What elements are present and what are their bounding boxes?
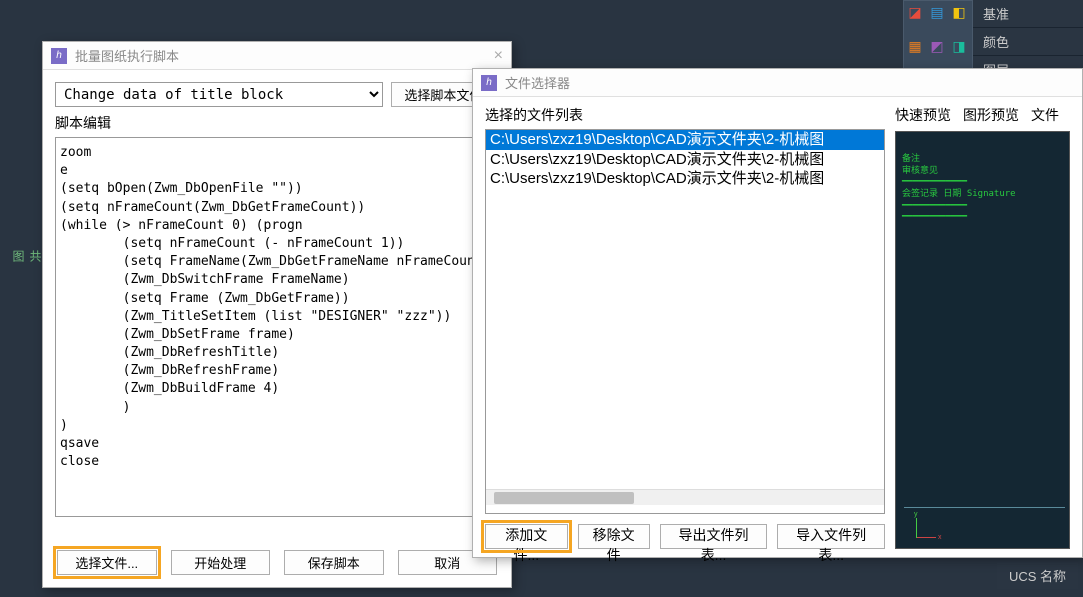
dialog1-title: 批量图纸执行脚本	[75, 46, 179, 65]
dialog2-title: 文件选择器	[505, 73, 570, 92]
batch-script-dialog: h 批量图纸执行脚本 × Change data of title block …	[42, 41, 512, 588]
save-script-button[interactable]: 保存脚本	[284, 550, 384, 575]
horizontal-scrollbar[interactable]	[486, 489, 884, 505]
list-item[interactable]: C:\Users\zxz19\Desktop\CAD演示文件夹\2-机械图	[486, 150, 884, 170]
scrollbar-thumb[interactable]	[494, 492, 634, 504]
purple-icon[interactable]: ◩	[926, 35, 948, 57]
preview-tabs: 快速预览 图形预览 文件	[895, 105, 1070, 125]
tab-file[interactable]: 文件	[1031, 105, 1059, 125]
side-label-color[interactable]: 颜色	[973, 28, 1083, 56]
bg-label: 图	[10, 250, 27, 262]
import-list-button[interactable]: 导入文件列表...	[777, 524, 885, 549]
preview-drawing: 备注审核意见━━━━━━━━━━━━会签记录 日期 Signature━━━━━…	[902, 154, 1016, 224]
teal-icon[interactable]: ◨	[948, 35, 970, 57]
list-item[interactable]: C:\Users\zxz19\Desktop\CAD演示文件夹\2-机械图	[486, 169, 884, 189]
axis-icon: x y	[916, 514, 940, 538]
start-process-button[interactable]: 开始处理	[171, 550, 271, 575]
app-icon: h	[51, 48, 67, 64]
close-icon[interactable]: ×	[494, 47, 503, 65]
red-icon[interactable]: ◪	[904, 1, 926, 23]
remove-file-button[interactable]: 移除文件	[578, 524, 650, 549]
dialog2-titlebar[interactable]: h 文件选择器	[473, 69, 1082, 97]
file-list[interactable]: C:\Users\zxz19\Desktop\CAD演示文件夹\2-机械图 C:…	[485, 129, 885, 514]
preview-area: 备注审核意见━━━━━━━━━━━━会签记录 日期 Signature━━━━━…	[895, 131, 1070, 549]
list-item[interactable]: C:\Users\zxz19\Desktop\CAD演示文件夹\2-机械图	[486, 130, 884, 150]
dialog1-titlebar[interactable]: h 批量图纸执行脚本 ×	[43, 42, 511, 70]
export-list-button[interactable]: 导出文件列表...	[660, 524, 768, 549]
script-edit-label: 脚本编辑	[55, 113, 499, 133]
yellow-icon[interactable]: ◧	[948, 1, 970, 23]
orange-icon[interactable]: ▦	[904, 35, 926, 57]
script-combo[interactable]: Change data of title block	[55, 82, 383, 107]
file-selector-dialog: h 文件选择器 选择的文件列表 C:\Users\zxz19\Desktop\C…	[472, 68, 1083, 558]
tab-graphic-preview[interactable]: 图形预览	[963, 105, 1019, 125]
blue-icon[interactable]: ▤	[926, 1, 948, 23]
select-file-button[interactable]: 选择文件...	[57, 550, 157, 575]
tab-quick-preview[interactable]: 快速预览	[895, 105, 951, 125]
command-icon-grid: ◪ ▤ ◧ ▦ ◩ ◨	[903, 0, 973, 70]
script-textarea[interactable]	[55, 137, 499, 517]
ucs-name-label: UCS 名称	[997, 562, 1078, 589]
add-file-button[interactable]: 添加文件...	[485, 524, 568, 549]
app-icon: h	[481, 75, 497, 91]
side-label-base[interactable]: 基准	[973, 0, 1083, 28]
file-list-label: 选择的文件列表	[485, 105, 885, 125]
